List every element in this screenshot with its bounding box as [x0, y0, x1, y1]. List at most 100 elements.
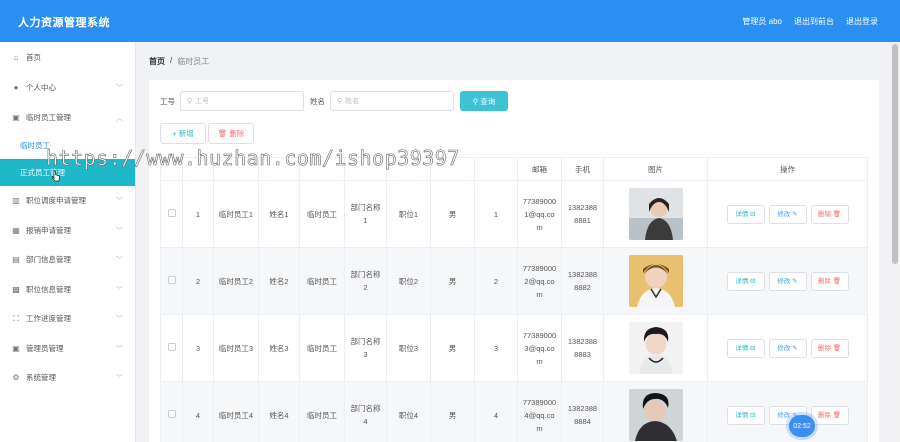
- edit-button[interactable]: 修改 ✎: [768, 204, 807, 224]
- cell-position: 职位2: [386, 247, 431, 315]
- cell-position: 职位4: [386, 381, 431, 442]
- admin-name[interactable]: 管理员 abo: [742, 16, 782, 27]
- sidebar-item-job-transfer[interactable]: ▥ 职位调度申请管理 ﹀: [0, 186, 135, 216]
- gear-icon: ⚙: [12, 373, 20, 383]
- briefcase-icon: ▣: [12, 343, 20, 353]
- search-form: 工号 ⚲ 工号 姓名 ⚲ 姓名 ⚲ 查询: [160, 91, 508, 111]
- delete-button[interactable]: 🗑 删除: [208, 123, 254, 144]
- sidebar-item-admin[interactable]: ▣ 管理员管理 ﹀: [0, 334, 135, 364]
- cell-phone: 13823888881: [561, 180, 604, 248]
- sidebar-item-position[interactable]: ▩ 职位信息管理 ﹀: [0, 275, 135, 305]
- cell-type: 临时员工: [299, 381, 345, 442]
- table-row: 1 临时员工1 姓名1 临时员工 部门名称1 职位1 男 1 773890001…: [160, 180, 868, 248]
- breadcrumb-home[interactable]: 首页: [149, 56, 165, 67]
- detail-label: 详情: [735, 277, 749, 285]
- table-row: 3 临时员工3 姓名3 临时员工 部门名称3 职位3 男 3 773890003…: [160, 314, 868, 382]
- query-button[interactable]: ⚲ 查询: [460, 91, 508, 111]
- sidebar-item-reimbursement[interactable]: ▦ 报销申请管理 ﹀: [0, 216, 135, 246]
- sidebar-item-department[interactable]: ▤ 部门信息管理 ﹀: [0, 245, 135, 275]
- row-delete-button[interactable]: 删除 🗑: [810, 271, 849, 291]
- search-icon: ⚲: [187, 98, 193, 105]
- sidebar-item-label: 部门信息管理: [26, 255, 71, 265]
- sidebar-item-system[interactable]: ⚙ 系统管理 ﹀: [0, 363, 135, 393]
- row-checkbox[interactable]: [167, 409, 176, 418]
- chevron-down-icon: ﹀: [116, 85, 123, 92]
- sidebar-item-progress[interactable]: ⛶ 工作进度管理 ﹀: [0, 304, 135, 334]
- column-header: [299, 157, 345, 181]
- sidebar-item-label: 职位调度申请管理: [26, 196, 86, 206]
- row-checkbox[interactable]: [167, 275, 176, 284]
- sidebar: ⌂ 首页 ● 个人中心 ﹀ ▣ 临时员工管理 ︿ 临时员工 正式员工管理 ▥ 职…: [0, 42, 136, 442]
- edit-label: 修改: [777, 411, 791, 419]
- name-input[interactable]: ⚲ 姓名: [330, 91, 454, 111]
- row-delete-button[interactable]: 删除 🗑: [810, 338, 849, 358]
- expand-icon: ⛶: [13, 313, 19, 323]
- cell-gender: 男: [430, 247, 475, 315]
- row-delete-button[interactable]: 删除 🗑: [810, 405, 849, 425]
- column-header-actions: 操作: [707, 157, 868, 181]
- cell-index: 3: [182, 314, 214, 382]
- cell-gender: 男: [430, 180, 475, 248]
- sidebar-item-temp-staff[interactable]: ▣ 临时员工管理 ︿: [0, 103, 135, 133]
- submenu-temp-staff[interactable]: 临时员工: [0, 132, 135, 159]
- detail-label: 详情: [735, 411, 749, 419]
- briefcase-icon: ▣: [12, 112, 20, 122]
- cell-email: 773890004@qq.com: [517, 381, 562, 442]
- cell-employee-no: 临时员工3: [213, 314, 259, 382]
- sidebar-item-home[interactable]: ⌂ 首页: [0, 42, 135, 73]
- column-header-phone: 手机: [561, 157, 604, 181]
- breadcrumb: 首页 / 临时员工: [149, 56, 209, 67]
- scrollbar-thumb[interactable]: [892, 44, 898, 264]
- cell-email: 773890002@qq.com: [517, 247, 562, 315]
- cell-department: 部门名称4: [344, 381, 387, 442]
- cell-index: 1: [182, 180, 214, 248]
- column-header: [430, 157, 475, 181]
- sidebar-item-label: 职位信息管理: [26, 284, 71, 294]
- chevron-down-icon: ﹀: [116, 286, 123, 294]
- breadcrumb-current: 临时员工: [177, 57, 210, 66]
- detail-button[interactable]: 详情 ⊟: [726, 271, 765, 291]
- cell-name: 姓名4: [258, 381, 300, 442]
- cell-department: 部门名称1: [344, 180, 387, 248]
- column-header: [213, 157, 259, 181]
- sidebar-item-label: 工作进度管理: [26, 314, 71, 324]
- chevron-down-icon: ﹀: [116, 257, 123, 264]
- back-frontend-link[interactable]: 退出到前台: [794, 16, 834, 27]
- detail-label: 详情: [735, 344, 749, 352]
- header-links: 管理员 abo 退出到前台 退出登录: [742, 16, 878, 27]
- cell-email: 773890001@qq.com: [517, 180, 562, 248]
- edit-button[interactable]: 修改 ✎: [768, 338, 807, 358]
- submenu-formal-staff[interactable]: 正式员工管理: [0, 159, 135, 186]
- sidebar-item-personal[interactable]: ● 个人中心 ﹀: [0, 73, 135, 103]
- add-button[interactable]: + 新增: [160, 123, 206, 144]
- edit-button[interactable]: 修改 ✎: [768, 271, 807, 291]
- cell-employee-no: 临时员工4: [213, 381, 259, 442]
- column-header: [344, 157, 387, 181]
- employee-photo: [628, 255, 683, 307]
- detail-label: 详情: [735, 210, 749, 218]
- search-icon: ⚲: [337, 98, 343, 105]
- cell-employee-no: 临时员工1: [213, 180, 259, 248]
- detail-button[interactable]: 详情 ⊟: [726, 338, 765, 358]
- cell-index: 4: [182, 381, 214, 442]
- sidebar-item-label: 管理员管理: [26, 343, 64, 353]
- cell-gender: 男: [430, 381, 475, 442]
- employee-id-placeholder: 工号: [195, 98, 210, 105]
- sidebar-item-label: 个人中心: [26, 83, 56, 93]
- row-checkbox[interactable]: [167, 342, 176, 351]
- detail-button[interactable]: 详情 ⊟: [726, 204, 765, 224]
- detail-button[interactable]: 详情 ⊟: [726, 405, 765, 425]
- employee-id-input[interactable]: ⚲ 工号: [180, 91, 304, 111]
- chevron-down-icon: ﹀: [116, 227, 123, 235]
- chevron-down-icon: ﹀: [116, 316, 123, 323]
- row-delete-button[interactable]: 删除 🗑: [810, 204, 849, 224]
- row-checkbox[interactable]: [167, 208, 176, 217]
- page-scrollbar[interactable]: [890, 42, 900, 442]
- timer-badge[interactable]: 02:52: [789, 415, 815, 437]
- chevron-down-icon: ﹀: [116, 375, 123, 382]
- edit-label: 修改: [777, 344, 791, 352]
- cell-position: 职位3: [386, 314, 431, 382]
- logout-link[interactable]: 退出登录: [846, 16, 878, 27]
- cell-index: 2: [182, 247, 214, 315]
- cell-name: 姓名2: [258, 247, 300, 315]
